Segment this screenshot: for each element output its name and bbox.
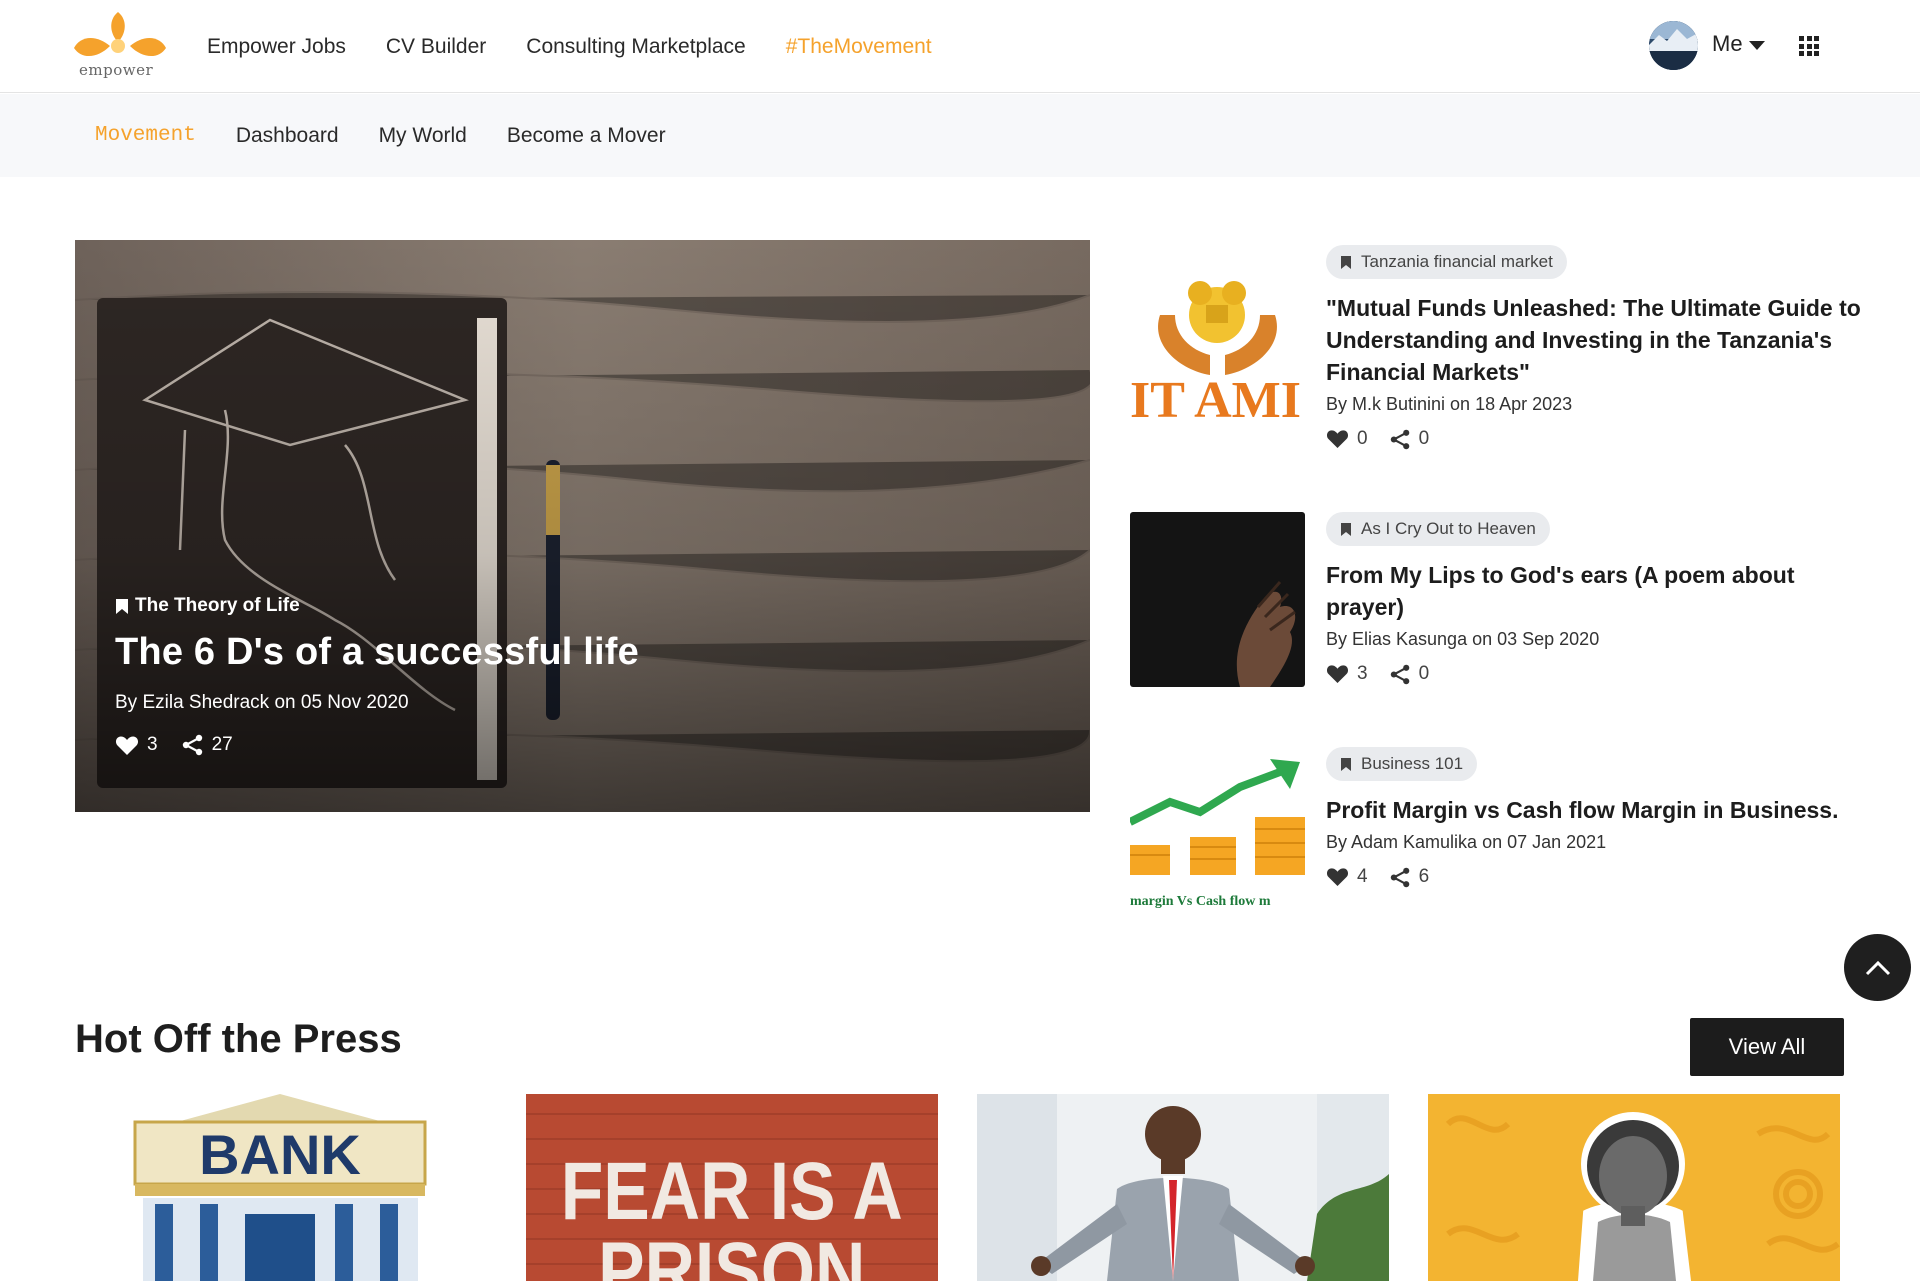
user-menu[interactable]: Me xyxy=(1712,31,1765,57)
subnav-become-a-mover[interactable]: Become a Mover xyxy=(507,124,666,148)
featured-category[interactable]: The Theory of Life xyxy=(115,595,639,617)
side-article-image xyxy=(1130,512,1305,687)
share-button[interactable]: 6 xyxy=(1390,866,1430,888)
movement-nav: Movement Dashboard My World Become a Mov… xyxy=(95,94,666,177)
side-article-byline: By Elias Kasunga on 03 Sep 2020 xyxy=(1326,629,1600,649)
featured-stats: 3 27 xyxy=(115,734,639,756)
side-article-image: IT AMI xyxy=(1130,245,1305,420)
subnav-my-world[interactable]: My World xyxy=(379,124,467,148)
category-tag[interactable]: As I Cry Out to Heaven xyxy=(1326,512,1550,546)
like-button[interactable]: 0 xyxy=(1326,428,1368,450)
category-tag-label: As I Cry Out to Heaven xyxy=(1361,519,1536,538)
featured-byline: By Ezila Shedrack on 05 Nov 2020 xyxy=(115,692,409,713)
press-card-image: BANK xyxy=(75,1094,487,1281)
share-count: 0 xyxy=(1418,663,1430,684)
bookmark-icon xyxy=(1341,757,1351,771)
top-navbar: empower Empower Jobs CV Builder Consulti… xyxy=(0,0,1920,93)
like-count: 3 xyxy=(147,734,158,755)
share-icon xyxy=(182,734,202,756)
chevron-up-icon xyxy=(1865,960,1890,975)
share-count: 0 xyxy=(1418,428,1430,449)
like-count: 0 xyxy=(1357,428,1368,449)
side-article-byline: By M.k Butinini on 18 Apr 2023 xyxy=(1326,394,1573,414)
category-tag[interactable]: Tanzania financial market xyxy=(1326,245,1567,279)
share-count: 27 xyxy=(211,734,233,755)
nav-consulting-marketplace[interactable]: Consulting Marketplace xyxy=(526,35,745,59)
user-menu-label: Me xyxy=(1712,31,1743,56)
apps-grid-icon[interactable] xyxy=(1799,36,1819,56)
nav-the-movement[interactable]: #TheMovement xyxy=(786,35,932,59)
side-article-byline: By Adam Kamulika on 07 Jan 2021 xyxy=(1326,832,1607,852)
side-article-image: margin Vs Cash flow m xyxy=(1130,747,1305,922)
press-card-image xyxy=(1428,1094,1840,1281)
subnav-movement[interactable]: Movement xyxy=(95,124,196,147)
side-article-title[interactable]: "Mutual Funds Unleashed: The Ultimate Gu… xyxy=(1326,292,1876,388)
share-count: 6 xyxy=(1418,866,1430,887)
press-card[interactable] xyxy=(1428,1094,1840,1281)
section-title: Hot Off the Press xyxy=(75,1017,402,1061)
share-icon xyxy=(1390,429,1409,449)
side-article-image-text: margin Vs Cash flow m xyxy=(1130,894,1271,909)
side-article-title[interactable]: Profit Margin vs Cash flow Margin in Bus… xyxy=(1326,794,1876,826)
share-icon xyxy=(1390,664,1409,684)
press-card-image: FEAR IS A PRISON xyxy=(526,1094,938,1281)
bookmark-icon xyxy=(1341,255,1351,269)
category-tag-label: Tanzania financial market xyxy=(1361,252,1553,271)
category-tag[interactable]: Business 101 xyxy=(1326,747,1478,781)
avatar[interactable] xyxy=(1649,21,1698,70)
bookmark-icon xyxy=(1341,522,1351,536)
subnav-dashboard[interactable]: Dashboard xyxy=(236,124,339,148)
heart-icon xyxy=(115,736,139,755)
share-button[interactable]: 0 xyxy=(1390,428,1430,450)
like-button[interactable]: 4 xyxy=(1326,866,1368,888)
like-count: 4 xyxy=(1357,866,1368,887)
side-article-stats: 0 0 xyxy=(1326,428,1876,450)
featured-article[interactable]: The Theory of Life The 6 D's of a succes… xyxy=(75,240,1090,812)
logo-wordmark: empower xyxy=(79,61,154,79)
press-card-image-text: FEAR IS A xyxy=(561,1146,903,1238)
side-article-stats: 4 6 xyxy=(1326,866,1876,888)
category-tag-label: Business 101 xyxy=(1361,754,1464,773)
press-card[interactable]: BANK xyxy=(75,1094,487,1281)
scroll-to-top-button[interactable] xyxy=(1844,934,1911,1001)
side-article-title[interactable]: From My Lips to God's ears (A poem about… xyxy=(1326,559,1876,623)
press-card-list: BANK FEAR IS A PRISON xyxy=(75,1094,1840,1281)
nav-cv-builder[interactable]: CV Builder xyxy=(386,35,486,59)
like-button[interactable]: 3 xyxy=(1326,663,1368,685)
share-icon xyxy=(1390,867,1409,887)
sub-navbar: Movement Dashboard My World Become a Mov… xyxy=(0,94,1920,177)
featured-category-label: The Theory of Life xyxy=(135,595,300,616)
press-card-image-text: BANK xyxy=(199,1123,361,1186)
side-article-image-text: IT AMI xyxy=(1130,372,1301,420)
heart-icon xyxy=(1326,868,1349,887)
press-card[interactable] xyxy=(977,1094,1389,1281)
like-button[interactable]: 3 xyxy=(115,734,158,756)
heart-icon xyxy=(1326,430,1349,449)
share-button[interactable]: 0 xyxy=(1390,663,1430,685)
view-all-button[interactable]: View All xyxy=(1690,1018,1844,1076)
featured-title[interactable]: The 6 D's of a successful life xyxy=(115,631,639,674)
share-button[interactable]: 27 xyxy=(182,734,233,756)
main-nav: Empower Jobs CV Builder Consulting Marke… xyxy=(207,0,932,93)
bookmark-icon xyxy=(116,598,128,614)
caret-down-icon xyxy=(1748,40,1765,50)
nav-empower-jobs[interactable]: Empower Jobs xyxy=(207,35,346,59)
side-article-stats: 3 0 xyxy=(1326,663,1876,685)
featured-article-content: The Theory of Life The 6 D's of a succes… xyxy=(115,595,639,756)
press-card-image xyxy=(977,1094,1389,1281)
press-card-image-text: PRISON xyxy=(598,1226,865,1281)
heart-icon xyxy=(1326,665,1349,684)
like-count: 3 xyxy=(1357,663,1368,684)
press-card[interactable]: FEAR IS A PRISON xyxy=(526,1094,938,1281)
